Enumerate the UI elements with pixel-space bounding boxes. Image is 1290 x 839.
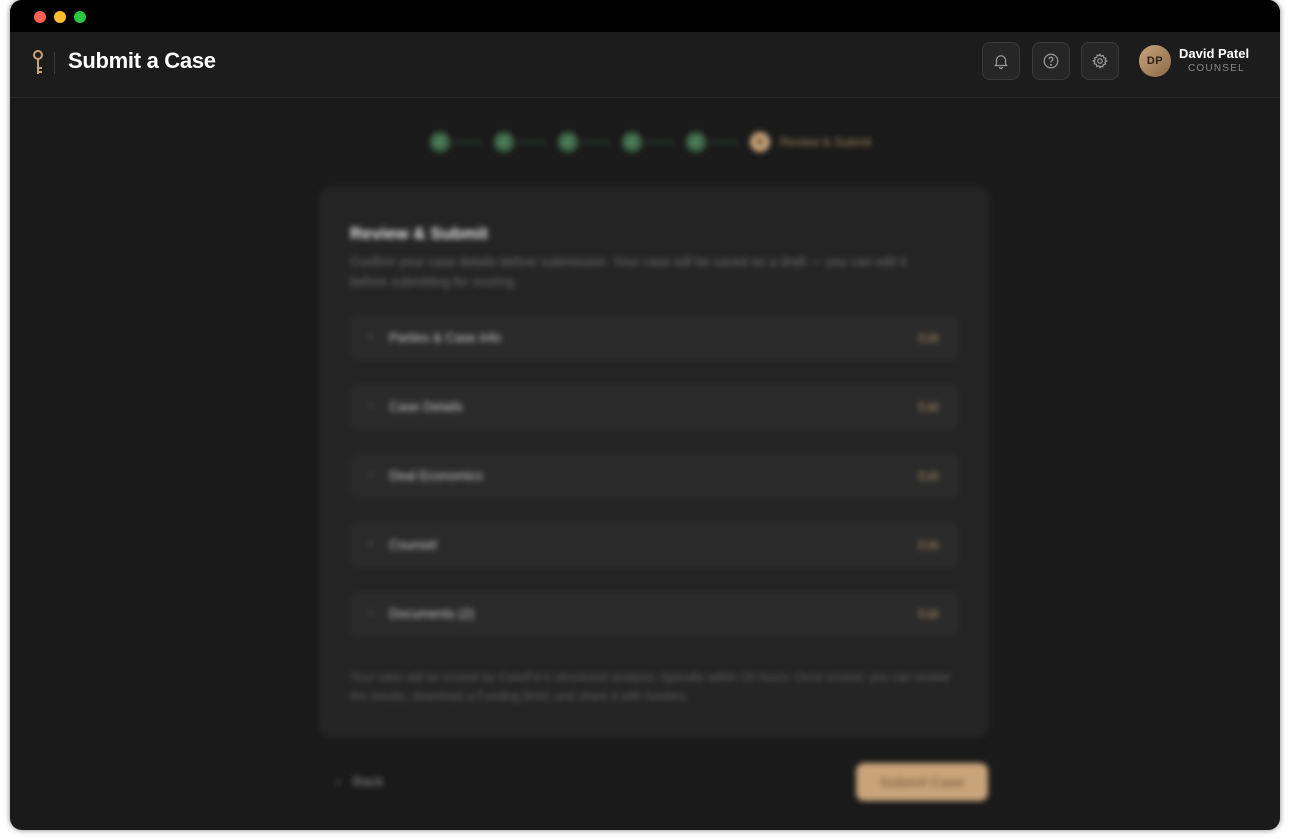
step-connector — [646, 141, 674, 143]
user-name: David Patel — [1179, 46, 1250, 61]
app-header: Submit a Case DP David Patel COUNSEL — [10, 32, 1280, 98]
review-title: Review & Submit — [350, 224, 488, 243]
scoring-note: Your case will be scored by CaseFin's st… — [350, 670, 950, 703]
chevron-right-icon: › — [369, 398, 373, 412]
settings-button[interactable] — [1081, 42, 1119, 80]
user-avatar[interactable]: DP — [1139, 45, 1171, 77]
edit-link[interactable]: Edit — [918, 400, 939, 414]
step-active-label: Review & Submit — [780, 135, 872, 149]
step-active-number[interactable]: 6 — [750, 132, 770, 152]
review-section-counsel[interactable]: › Counsel Edit — [350, 523, 958, 567]
chevron-right-icon: › — [369, 467, 373, 481]
review-section-parties[interactable]: › Parties & Case Info Edit — [350, 316, 958, 360]
edit-link[interactable]: Edit — [918, 607, 939, 621]
maximize-window-button[interactable] — [74, 11, 86, 23]
app-window: Submit a Case DP David Patel COUNSEL ✓ ✓ — [10, 0, 1280, 830]
section-label: Parties & Case Info — [389, 330, 501, 345]
edit-link[interactable]: Edit — [918, 331, 939, 345]
header-divider — [54, 52, 55, 74]
chevron-right-icon: › — [369, 605, 373, 619]
step-complete-check-icon[interactable]: ✓ — [430, 132, 450, 152]
chevron-left-icon: ‹ — [336, 773, 341, 789]
section-label: Counsel — [389, 537, 437, 552]
section-label: Documents (2) — [389, 606, 475, 621]
progress-stepper: ✓ ✓ ✓ ✓ ✓ 6 Review & Submit — [430, 132, 930, 152]
back-button[interactable]: ‹ Back — [336, 773, 384, 789]
page-title: Submit a Case — [68, 48, 216, 73]
section-label: Deal Economics — [389, 468, 483, 483]
help-icon — [1043, 53, 1059, 69]
submit-case-button[interactable]: Submit Case — [856, 763, 988, 801]
step-connector — [710, 141, 738, 143]
edit-link[interactable]: Edit — [918, 538, 939, 552]
step-connector — [582, 141, 610, 143]
review-description: Confirm your case details before submiss… — [350, 254, 907, 289]
key-logo-icon — [33, 50, 43, 74]
help-button[interactable] — [1032, 42, 1070, 80]
back-label: Back — [352, 773, 384, 789]
step-complete-check-icon[interactable]: ✓ — [686, 132, 706, 152]
step-complete-check-icon[interactable]: ✓ — [622, 132, 642, 152]
step-complete-check-icon[interactable]: ✓ — [494, 132, 514, 152]
section-label: Case Details — [389, 399, 463, 414]
chevron-right-icon: › — [369, 536, 373, 550]
step-complete-check-icon[interactable]: ✓ — [558, 132, 578, 152]
blurred-main-content: ✓ ✓ ✓ ✓ ✓ 6 Review & Submit Review & Sub… — [10, 98, 1280, 830]
user-role: COUNSEL — [1188, 63, 1245, 74]
gear-icon — [1092, 53, 1108, 69]
review-card: Review & Submit Confirm your case detail… — [318, 186, 990, 738]
review-section-deal-economics[interactable]: › Deal Economics Edit — [350, 454, 958, 498]
bell-icon — [994, 55, 1008, 70]
window-titlebar — [10, 0, 1280, 32]
minimize-window-button[interactable] — [54, 11, 66, 23]
step-connector — [518, 141, 546, 143]
step-connector — [454, 141, 482, 143]
notifications-button[interactable] — [982, 42, 1020, 80]
close-window-button[interactable] — [34, 11, 46, 23]
chevron-right-icon: › — [369, 329, 373, 343]
review-section-case-details[interactable]: › Case Details Edit — [350, 385, 958, 429]
review-section-documents[interactable]: › Documents (2) Edit — [350, 592, 958, 636]
edit-link[interactable]: Edit — [918, 469, 939, 483]
